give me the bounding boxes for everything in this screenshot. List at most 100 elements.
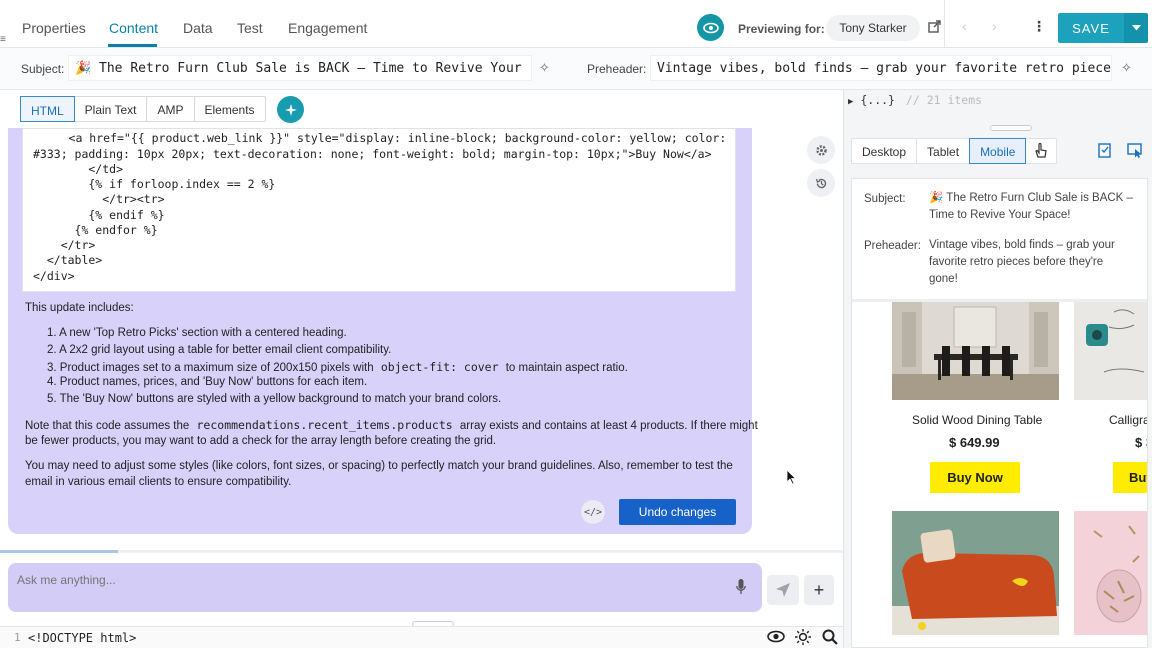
chat-note-text: array exists and contains at least 4 pro… bbox=[459, 420, 758, 432]
add-attachment-button[interactable]: + bbox=[804, 575, 834, 605]
tab-amp[interactable]: AMP bbox=[147, 97, 195, 121]
active-tab-indicator bbox=[108, 44, 157, 47]
brightness-icon[interactable] bbox=[795, 629, 811, 648]
chat-note: Note that this code assumes the recommen… bbox=[25, 418, 758, 432]
magic-wand-icon[interactable]: ✧ bbox=[1121, 60, 1132, 76]
json-collapsed: {...} bbox=[860, 93, 895, 107]
product-image-paper-clips bbox=[1074, 511, 1147, 635]
chat-list-text: to maintain aspect ratio. bbox=[505, 362, 628, 374]
mobile-email-preview: Subject: 🎉 The Retro Furn Club Sale is B… bbox=[851, 178, 1148, 648]
chat-adjust-line: email in various email clients to ensure… bbox=[25, 476, 292, 488]
inline-code: recommendations.recent_items.products bbox=[196, 418, 453, 432]
line-number: 1 bbox=[14, 631, 21, 644]
buy-now-button[interactable]: Buy bbox=[1113, 462, 1147, 493]
code-line: </tr> bbox=[33, 238, 96, 252]
product-name: Calligra bbox=[1109, 413, 1148, 427]
side-menu-icon[interactable]: ≡ bbox=[0, 34, 8, 46]
preview-subject-line: 🎉 The Retro Furn Club Sale is BACK – bbox=[929, 192, 1133, 204]
caret-down-icon bbox=[1131, 25, 1141, 31]
tab-plain-text[interactable]: Plain Text bbox=[75, 97, 148, 121]
chat-note-line: be fewer products, you may want to add a… bbox=[25, 435, 497, 447]
preview-preheader-line: favorite retro pieces before they're bbox=[929, 256, 1104, 268]
external-link-icon[interactable] bbox=[928, 20, 941, 36]
tab-mobile[interactable]: Mobile bbox=[969, 138, 1027, 164]
preview-eye-button[interactable] bbox=[697, 14, 724, 41]
preview-preheader-line: Vintage vibes, bold finds – grab your bbox=[929, 239, 1115, 251]
code-snippet: <a href="{{ product.web_link }}" style="… bbox=[22, 128, 736, 292]
send-button[interactable] bbox=[767, 575, 799, 605]
prev-arrow-icon[interactable]: ‹ bbox=[962, 18, 967, 34]
code-line: {% if forloop.index == 2 %} bbox=[33, 177, 276, 191]
preheader-input[interactable]: Vintage vibes, bold finds – grab your fa… bbox=[650, 55, 1112, 81]
progress-fill bbox=[0, 550, 118, 553]
tab-desktop[interactable]: Desktop bbox=[851, 138, 918, 164]
tab-html[interactable]: HTML bbox=[20, 96, 75, 122]
tab-elements[interactable]: Elements bbox=[195, 97, 265, 121]
preview-preheader-label: Preheader: bbox=[864, 240, 921, 252]
chat-list-item: 4. Product names, prices, and 'Buy Now' … bbox=[47, 376, 368, 388]
mouse-cursor-icon bbox=[786, 469, 797, 488]
html-code-editor[interactable]: 1 <!DOCTYPE html> bbox=[0, 626, 843, 648]
microphone-icon[interactable] bbox=[736, 579, 746, 598]
next-arrow-icon[interactable]: › bbox=[992, 18, 997, 34]
code-line: <!DOCTYPE html> bbox=[28, 631, 137, 645]
tab-tablet[interactable]: Tablet bbox=[916, 138, 971, 164]
chat-intro: This update includes: bbox=[25, 302, 134, 314]
chat-input-box bbox=[8, 563, 762, 612]
chat-list-item: 2. A 2x2 grid layout using a table for b… bbox=[47, 344, 392, 356]
resize-handle[interactable] bbox=[990, 125, 1032, 131]
product-image-sofa bbox=[892, 511, 1059, 635]
product-image-calligraphy bbox=[1074, 302, 1147, 400]
code-line: </table> bbox=[33, 253, 103, 267]
tab-engagement[interactable]: Engagement bbox=[288, 20, 367, 36]
history-icon[interactable] bbox=[807, 169, 835, 197]
cursor-select-icon[interactable] bbox=[1127, 143, 1143, 161]
progress-track bbox=[0, 550, 843, 553]
subject-input[interactable]: 🎉 The Retro Furn Club Sale is BACK – Tim… bbox=[68, 55, 532, 81]
bookmark-check-icon[interactable] bbox=[1098, 143, 1112, 161]
expand-arrow-icon[interactable]: ▶ bbox=[848, 97, 853, 107]
code-line: #333; padding: 10px 20px; text-decoratio… bbox=[33, 147, 712, 161]
chat-list-item: 3. Product images set to a maximum size … bbox=[47, 360, 628, 374]
divider bbox=[944, 0, 945, 48]
code-line: {% endfor %} bbox=[33, 223, 158, 237]
sparkle-icon bbox=[284, 103, 297, 116]
code-toggle-icon[interactable]: </> bbox=[581, 500, 605, 524]
preview-preheader-line: gone! bbox=[929, 273, 958, 285]
product-name: Solid Wood Dining Table bbox=[912, 413, 1043, 427]
tab-test[interactable]: Test bbox=[237, 20, 263, 36]
tab-content[interactable]: Content bbox=[109, 20, 158, 36]
tab-interactive[interactable] bbox=[1025, 138, 1058, 164]
settings-gear-icon[interactable] bbox=[807, 136, 835, 164]
magic-wand-icon[interactable]: ✧ bbox=[539, 60, 550, 76]
search-icon[interactable] bbox=[822, 629, 838, 648]
pointer-hand-icon bbox=[1035, 142, 1048, 158]
preview-subject-label: Subject: bbox=[864, 193, 906, 205]
chat-adjust-line: You may need to adjust some styles (like… bbox=[25, 460, 733, 472]
save-dropdown-button[interactable] bbox=[1124, 13, 1148, 43]
more-options-icon[interactable]: ⋮ bbox=[1032, 18, 1046, 35]
json-data-preview[interactable]: ▶ {...} // 21 items bbox=[848, 93, 982, 107]
ai-assistant-button[interactable] bbox=[277, 96, 304, 123]
chat-list-text: 3. Product images set to a maximum size … bbox=[47, 362, 374, 374]
preview-user-select[interactable]: Tony Starker bbox=[826, 15, 920, 41]
tab-properties[interactable]: Properties bbox=[22, 20, 86, 36]
product-price: $ 649.99 bbox=[949, 435, 1000, 450]
preview-subject-line: Time to Revive Your Space! bbox=[929, 209, 1071, 221]
send-icon bbox=[776, 583, 790, 597]
preheader-label: Preheader: bbox=[587, 62, 647, 76]
save-button[interactable]: SAVE bbox=[1058, 13, 1124, 43]
eye-icon[interactable] bbox=[767, 630, 785, 647]
inline-code: object-fit: cover bbox=[380, 360, 499, 374]
chat-list-item: 5. The 'Buy Now' buttons are styled with… bbox=[47, 393, 502, 405]
code-line: </tr><tr> bbox=[33, 192, 165, 206]
top-nav-bar: Properties Content Data Test Engagement bbox=[0, 0, 1152, 48]
ask-input[interactable] bbox=[17, 573, 617, 587]
eye-icon bbox=[702, 22, 719, 33]
tab-data[interactable]: Data bbox=[183, 20, 213, 36]
code-line: {% endif %} bbox=[33, 208, 165, 222]
undo-changes-button[interactable]: Undo changes bbox=[619, 499, 736, 525]
product-price: $ 3 bbox=[1135, 435, 1147, 450]
chat-list-item: 1. A new 'Top Retro Picks' section with … bbox=[47, 327, 347, 339]
buy-now-button[interactable]: Buy Now bbox=[930, 462, 1020, 493]
